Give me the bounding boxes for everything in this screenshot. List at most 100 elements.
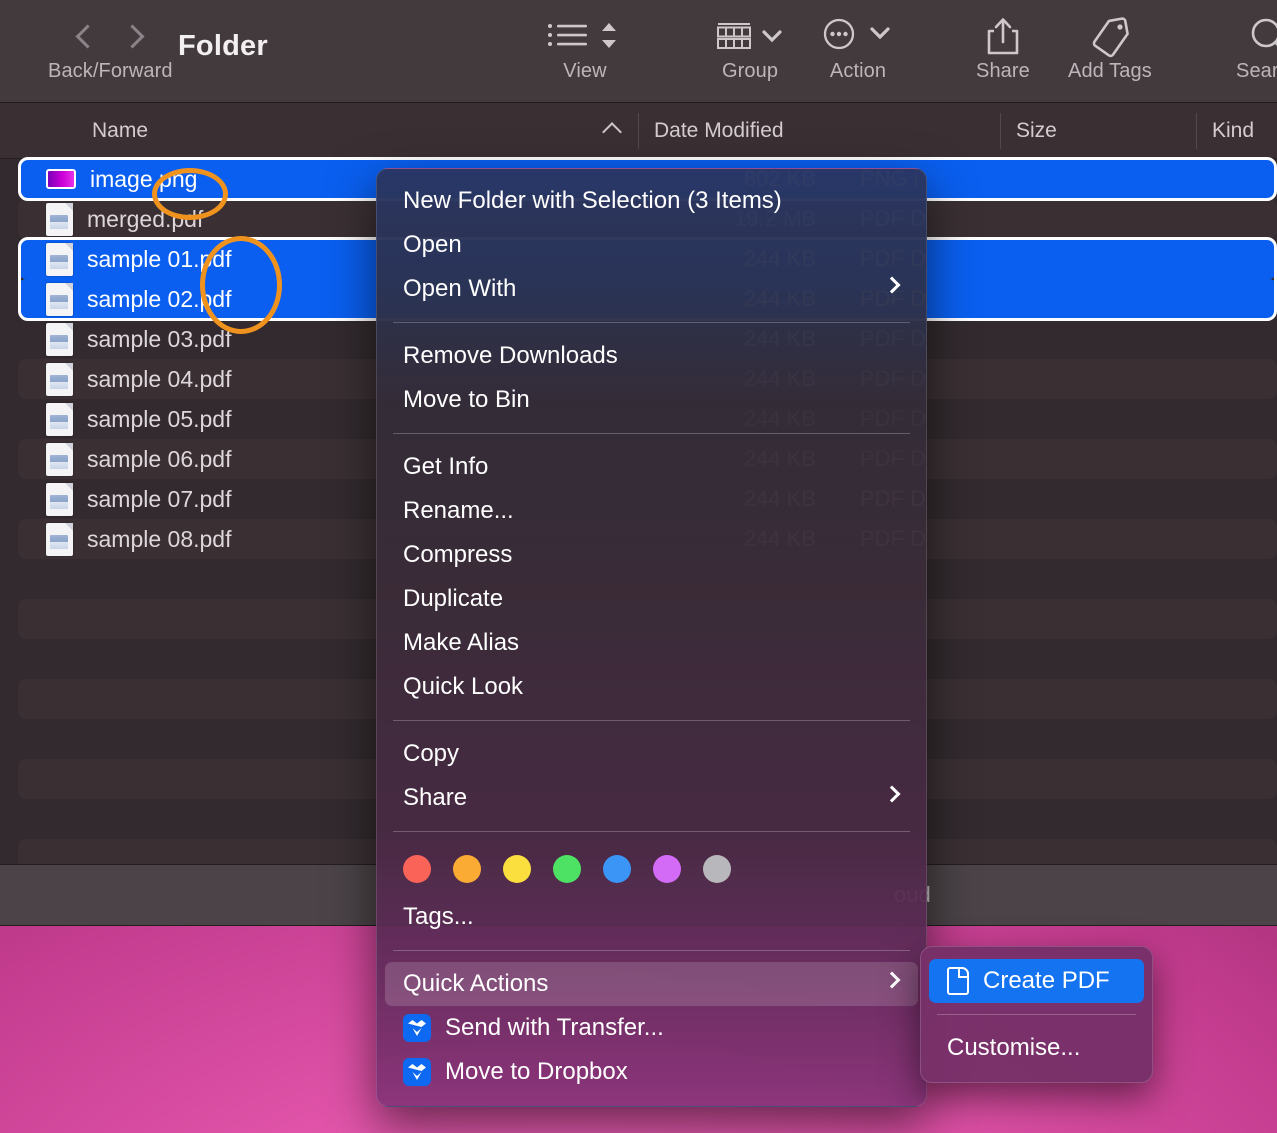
menu-item-quick-look[interactable]: Quick Look [385, 665, 918, 709]
back-forward-label: Back/Forward [48, 60, 173, 82]
menu-separator [937, 1014, 1136, 1015]
menu-item-rename[interactable]: Rename... [385, 489, 918, 533]
column-header-row: Name Date Modified Size Kind [0, 103, 1277, 159]
menu-separator [393, 950, 910, 951]
column-header-size[interactable]: Size [1016, 103, 1057, 158]
view-button[interactable]: View [546, 14, 624, 83]
pdf-document-icon [46, 282, 73, 316]
menu-item-label: Move to Bin [403, 386, 530, 413]
menu-item-new-folder-with-selection[interactable]: New Folder with Selection (3 Items) [385, 179, 918, 223]
pdf-document-icon [46, 242, 73, 276]
share-upload-icon [982, 14, 1024, 58]
submenu-item-customise[interactable]: Customise... [929, 1026, 1144, 1070]
menu-item-label: Compress [403, 541, 513, 568]
tag-color-dot-1[interactable] [453, 855, 481, 883]
quick-actions-submenu: Create PDF Customise... [920, 946, 1153, 1083]
submenu-item-create-pdf[interactable]: Create PDF [929, 959, 1144, 1003]
pdf-document-icon [46, 202, 73, 236]
search-label: Search [1236, 60, 1277, 82]
menu-item-move-to-dropbox[interactable]: Move to Dropbox [385, 1050, 918, 1094]
tag-color-swatches [377, 843, 926, 895]
chevron-right-icon [883, 276, 901, 294]
menu-item-remove-downloads[interactable]: Remove Downloads [385, 334, 918, 378]
menu-item-get-info[interactable]: Get Info [385, 445, 918, 489]
menu-item-compress[interactable]: Compress [385, 533, 918, 577]
search-button[interactable]: Search [1236, 14, 1277, 83]
column-divider[interactable] [638, 113, 639, 149]
menu-item-open-with[interactable]: Open With [385, 267, 918, 311]
sort-ascending-icon[interactable] [602, 122, 622, 142]
menu-item-label: Copy [403, 740, 460, 767]
column-divider[interactable] [1000, 113, 1001, 149]
menu-item-label: New Folder with Selection (3 Items) [403, 187, 782, 214]
menu-item-share[interactable]: Share [385, 776, 918, 820]
menu-item-duplicate[interactable]: Duplicate [385, 577, 918, 621]
png-thumbnail-icon [46, 169, 76, 189]
group-label: Group [721, 60, 779, 82]
list-view-icon [546, 14, 624, 58]
chevron-right-icon [883, 785, 901, 803]
menu-item-copy[interactable]: Copy [385, 732, 918, 776]
pdf-document-icon [46, 322, 73, 356]
pdf-document-icon [46, 522, 73, 556]
pdf-document-icon [46, 442, 73, 476]
column-divider[interactable] [1196, 113, 1197, 149]
menu-item-open[interactable]: Open [385, 223, 918, 267]
finder-toolbar: Back/Forward Folder View Group Action Sh… [0, 0, 1277, 103]
back-forward-control[interactable]: Back/Forward [48, 14, 173, 83]
file-name-label: sample 05.pdf [87, 405, 232, 432]
tag-color-dot-4[interactable] [603, 855, 631, 883]
menu-item-label: Quick Actions [403, 970, 549, 997]
tag-color-dot-3[interactable] [553, 855, 581, 883]
action-button[interactable]: Action [820, 14, 896, 83]
pdf-document-icon [46, 482, 73, 516]
ellipsis-circle-icon [820, 14, 896, 58]
menu-item-label: Send with Transfer... [445, 1014, 664, 1041]
action-label: Action [829, 60, 887, 82]
file-name-label: image.png [90, 165, 198, 192]
menu-item-label: Move to Dropbox [445, 1058, 628, 1085]
column-header-kind[interactable]: Kind [1212, 103, 1254, 158]
menu-item-label: Quick Look [403, 673, 524, 700]
menu-item-tags[interactable]: Tags... [385, 895, 918, 939]
back-chevron-icon[interactable] [75, 23, 100, 49]
file-name-label: sample 06.pdf [87, 445, 232, 472]
menu-item-make-alias[interactable]: Make Alias [385, 621, 918, 665]
chevron-right-icon [883, 971, 901, 989]
submenu-item-label: Create PDF [983, 967, 1110, 994]
file-name-label: sample 02.pdf [87, 285, 232, 312]
menu-separator [393, 433, 910, 434]
pdf-document-icon [46, 402, 73, 436]
group-grid-icon [712, 14, 788, 58]
tag-color-dot-5[interactable] [653, 855, 681, 883]
add-tags-button[interactable]: Add Tags [1068, 14, 1152, 83]
menu-separator [393, 720, 910, 721]
tag-color-dot-2[interactable] [503, 855, 531, 883]
menu-item-move-to-bin[interactable]: Move to Bin [385, 378, 918, 422]
file-name-label: sample 01.pdf [87, 245, 232, 272]
menu-item-label: Tags... [403, 903, 474, 930]
menu-item-label: Make Alias [403, 629, 520, 656]
group-button[interactable]: Group [712, 14, 788, 83]
page-icon [947, 967, 969, 995]
menu-item-label: Get Info [403, 453, 489, 480]
forward-chevron-icon[interactable] [120, 23, 145, 49]
dropbox-icon [403, 1014, 431, 1042]
menu-item-label: Remove Downloads [403, 342, 618, 369]
file-name-label: sample 03.pdf [87, 325, 232, 352]
tag-color-dot-0[interactable] [403, 855, 431, 883]
menu-item-send-with-transfer[interactable]: Send with Transfer... [385, 1006, 918, 1050]
menu-item-label: Rename... [403, 497, 514, 524]
column-header-name[interactable]: Name [92, 103, 148, 158]
share-button[interactable]: Share [976, 14, 1030, 83]
back-forward-chevrons-icon [75, 14, 145, 58]
submenu-item-label: Customise... [947, 1034, 1081, 1061]
menu-item-quick-actions[interactable]: Quick Actions [385, 962, 918, 1006]
dropbox-icon [403, 1058, 431, 1086]
menu-item-label: Open With [403, 275, 517, 302]
search-icon [1246, 14, 1277, 58]
tag-color-dot-6[interactable] [703, 855, 731, 883]
page-title: Folder [178, 30, 268, 62]
file-name-label: sample 04.pdf [87, 365, 232, 392]
column-header-date-modified[interactable]: Date Modified [654, 103, 784, 158]
